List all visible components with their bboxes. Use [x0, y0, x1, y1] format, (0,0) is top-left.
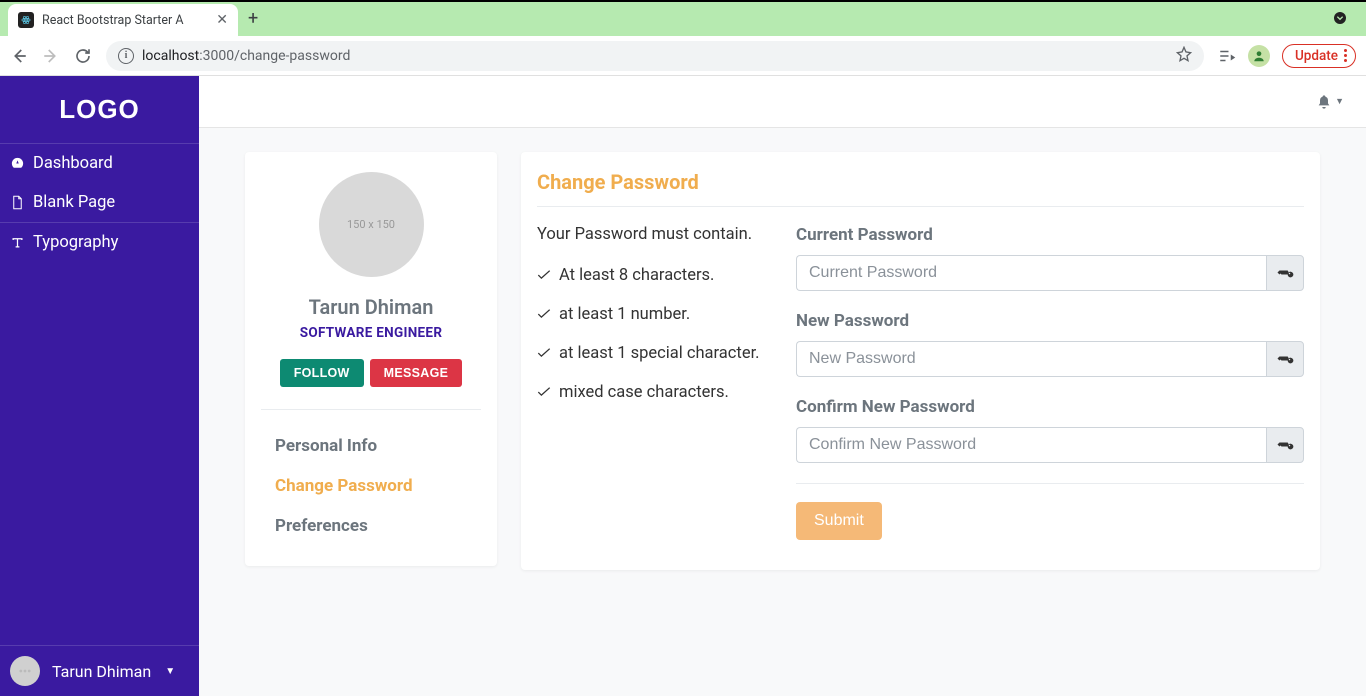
- browser-chrome: React Bootstrap Starter A ✕ + i localhos…: [0, 0, 1366, 76]
- bell-icon: [1316, 94, 1332, 110]
- rules-intro: Your Password must contain.: [537, 225, 772, 244]
- rule-text: mixed case characters.: [559, 383, 729, 402]
- sidebar-item-label: Blank Page: [33, 193, 115, 212]
- new-password-label: New Password: [796, 311, 1304, 331]
- update-label: Update: [1295, 48, 1338, 64]
- sidebar-user-menu[interactable]: Tarun Dhiman ▼: [0, 645, 199, 696]
- current-password-group: [796, 255, 1304, 291]
- notifications-menu[interactable]: ▼: [1316, 94, 1344, 110]
- chevron-down-icon: ▼: [165, 666, 175, 677]
- logo[interactable]: LOGO: [0, 76, 199, 143]
- sidebar-item-label: Dashboard: [33, 154, 113, 173]
- new-password-input[interactable]: [796, 341, 1266, 377]
- sidebar: LOGO Dashboard Blank Page Typography Tar…: [0, 76, 199, 696]
- favicon-icon: [18, 12, 34, 28]
- media-control-icon[interactable]: [1218, 47, 1236, 65]
- confirm-password-label: Confirm New Password: [796, 397, 1304, 417]
- rule-text: at least 1 special character.: [559, 344, 760, 363]
- password-rules: Your Password must contain. At least 8 c…: [537, 225, 772, 540]
- confirm-password-group: [796, 427, 1304, 463]
- key-icon[interactable]: [1266, 255, 1304, 291]
- rule-item: at least 1 special character.: [537, 344, 772, 363]
- confirm-password-input[interactable]: [796, 427, 1266, 463]
- key-icon[interactable]: [1266, 427, 1304, 463]
- topbar: ▼: [199, 76, 1366, 128]
- sidebar-item-label: Typography: [33, 233, 118, 252]
- bookmark-icon[interactable]: [1176, 46, 1192, 66]
- main-area: ▼ 150 x 150 Tarun Dhiman SOFTWARE ENGINE…: [199, 76, 1366, 696]
- follow-button[interactable]: FOLLOW: [280, 359, 364, 387]
- profile-nav-change-password[interactable]: Change Password: [261, 466, 481, 506]
- dashboard-icon: [10, 156, 25, 171]
- rule-text: at least 1 number.: [559, 305, 690, 324]
- profile-nav-personal-info[interactable]: Personal Info: [261, 426, 481, 466]
- window-control-icon[interactable]: [1330, 8, 1350, 28]
- current-password-label: Current Password: [796, 225, 1304, 245]
- content: 150 x 150 Tarun Dhiman SOFTWARE ENGINEER…: [199, 128, 1366, 696]
- profile-role: SOFTWARE ENGINEER: [261, 325, 481, 341]
- back-icon[interactable]: [10, 47, 28, 65]
- tab-title: React Bootstrap Starter A: [42, 13, 208, 28]
- typography-icon: [10, 235, 25, 250]
- profile-name: Tarun Dhiman: [261, 295, 481, 319]
- profile-card: 150 x 150 Tarun Dhiman SOFTWARE ENGINEER…: [245, 152, 497, 566]
- rule-text: At least 8 characters.: [559, 266, 714, 285]
- sidebar-user-name: Tarun Dhiman: [52, 662, 151, 681]
- rule-item: mixed case characters.: [537, 383, 772, 402]
- tab-strip: React Bootstrap Starter A ✕ +: [0, 0, 1366, 36]
- password-form: Current Password New Password: [796, 225, 1304, 540]
- site-info-icon[interactable]: i: [118, 48, 134, 64]
- check-icon: [537, 270, 551, 281]
- user-avatar-icon: [10, 656, 40, 686]
- menu-dots-icon: [1344, 49, 1347, 62]
- update-button[interactable]: Update: [1282, 44, 1356, 68]
- browser-toolbar: i localhost:3000/change-password Update: [0, 36, 1366, 76]
- url-text: localhost:3000/change-password: [142, 48, 350, 64]
- tab-close-icon[interactable]: ✕: [216, 12, 228, 28]
- reload-icon[interactable]: [74, 47, 92, 65]
- submit-button[interactable]: Submit: [796, 502, 882, 540]
- new-password-group: [796, 341, 1304, 377]
- profile-icon[interactable]: [1248, 45, 1270, 67]
- chevron-down-icon: ▼: [1335, 96, 1344, 107]
- current-password-input[interactable]: [796, 255, 1266, 291]
- sidebar-item-typography[interactable]: Typography: [0, 223, 199, 262]
- key-icon[interactable]: [1266, 341, 1304, 377]
- app-root: LOGO Dashboard Blank Page Typography Tar…: [0, 76, 1366, 696]
- change-password-card: Change Password Your Password must conta…: [521, 152, 1320, 570]
- sidebar-item-dashboard[interactable]: Dashboard: [0, 144, 199, 183]
- profile-nav-preferences[interactable]: Preferences: [261, 506, 481, 546]
- page-icon: [10, 195, 25, 210]
- check-icon: [537, 309, 551, 320]
- card-title: Change Password: [537, 170, 1304, 207]
- sidebar-item-blank-page[interactable]: Blank Page: [0, 183, 199, 222]
- check-icon: [537, 348, 551, 359]
- rule-item: At least 8 characters.: [537, 266, 772, 285]
- new-tab-button[interactable]: +: [248, 8, 258, 29]
- address-bar[interactable]: i localhost:3000/change-password: [106, 41, 1204, 71]
- browser-tab[interactable]: React Bootstrap Starter A ✕: [8, 4, 238, 36]
- profile-avatar: 150 x 150: [319, 172, 424, 277]
- forward-icon: [42, 47, 60, 65]
- check-icon: [537, 387, 551, 398]
- message-button[interactable]: MESSAGE: [370, 359, 463, 387]
- rule-item: at least 1 number.: [537, 305, 772, 324]
